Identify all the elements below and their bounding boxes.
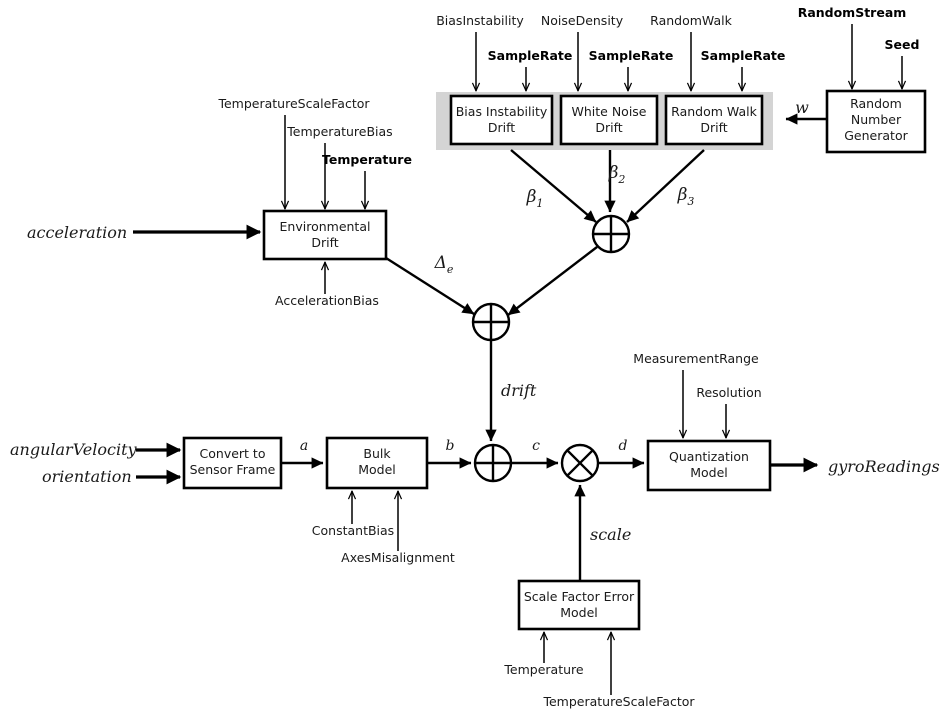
- param-label-constant-bias: ConstantBias: [312, 523, 394, 538]
- param-label-temperature-bias: TemperatureBias: [286, 124, 392, 139]
- param-label-resolution: Resolution: [696, 385, 761, 400]
- param-label-axes-misalignment: AxesMisalignment: [341, 550, 455, 565]
- sum-junction-noise: [591, 214, 631, 254]
- block-bulk-model-line1: Bulk: [363, 446, 391, 461]
- block-environmental-drift-line1: Environmental: [280, 219, 371, 234]
- param-label-measurement-range: MeasurementRange: [633, 351, 759, 366]
- block-bias-instability-drift-line1: Bias Instability: [456, 104, 548, 119]
- block-white-noise-drift-line2: Drift: [595, 120, 622, 135]
- param-label-sample-rate-3: SampleRate: [701, 48, 786, 63]
- param-label-acceleration-bias: AccelerationBias: [275, 293, 379, 308]
- block-quantization-line2: Model: [690, 465, 728, 480]
- param-label-temperature-bottom: Temperature: [503, 662, 583, 677]
- signal-label-c: c: [532, 438, 540, 454]
- param-label-random-stream: RandomStream: [798, 5, 907, 20]
- signal-label-w: w: [795, 98, 809, 117]
- block-quantization-line1: Quantization: [669, 449, 749, 464]
- block-white-noise-drift-line1: White Noise: [572, 104, 647, 119]
- signal-label-scale: scale: [590, 525, 631, 544]
- param-label-temperature-top: Temperature: [322, 152, 412, 167]
- signal-label-acceleration: acceleration: [27, 223, 127, 242]
- sum-junction-main: [473, 443, 513, 483]
- param-label-sample-rate-1: SampleRate: [488, 48, 573, 63]
- param-label-bias-instability: BiasInstability: [436, 13, 524, 28]
- block-environmental-drift-line2: Drift: [311, 235, 338, 250]
- param-label-random-walk: RandomWalk: [650, 13, 732, 28]
- block-convert-line1: Convert to: [200, 446, 266, 461]
- block-rng-line3: Generator: [844, 128, 908, 143]
- block-scale-factor-line1: Scale Factor Error: [524, 589, 635, 604]
- param-label-temperature-scale-factor-bottom: TemperatureScaleFactor: [542, 694, 695, 709]
- block-scale-factor-line2: Model: [560, 605, 598, 620]
- block-convert-line2: Sensor Frame: [190, 462, 276, 477]
- signal-label-b: b: [446, 438, 455, 454]
- multiply-junction-scale: [560, 443, 600, 483]
- signal-label-orientation: orientation: [42, 467, 132, 486]
- signal-label-a: a: [300, 438, 308, 454]
- block-rng-line2: Number: [851, 112, 902, 127]
- signal-label-drift: drift: [501, 381, 537, 400]
- sum-junction-drift: [471, 302, 511, 342]
- block-rng-line1: Random: [850, 96, 902, 111]
- signal-label-angular-velocity: angularVelocity: [10, 440, 138, 459]
- block-random-walk-drift-line1: Random Walk: [671, 104, 757, 119]
- param-label-seed: Seed: [885, 37, 920, 52]
- param-label-temperature-scale-factor-top: TemperatureScaleFactor: [217, 96, 370, 111]
- signal-label-d: d: [619, 438, 628, 454]
- signal-label-gyro-readings: gyroReadings: [828, 457, 940, 476]
- param-label-sample-rate-2: SampleRate: [589, 48, 674, 63]
- gyroscope-model-block-diagram: BiasInstability NoiseDensity RandomWalk …: [0, 0, 947, 719]
- block-random-walk-drift-line2: Drift: [700, 120, 727, 135]
- block-bias-instability-drift-line2: Drift: [488, 120, 515, 135]
- param-label-noise-density: NoiseDensity: [541, 13, 624, 28]
- block-bulk-model-line2: Model: [358, 462, 396, 477]
